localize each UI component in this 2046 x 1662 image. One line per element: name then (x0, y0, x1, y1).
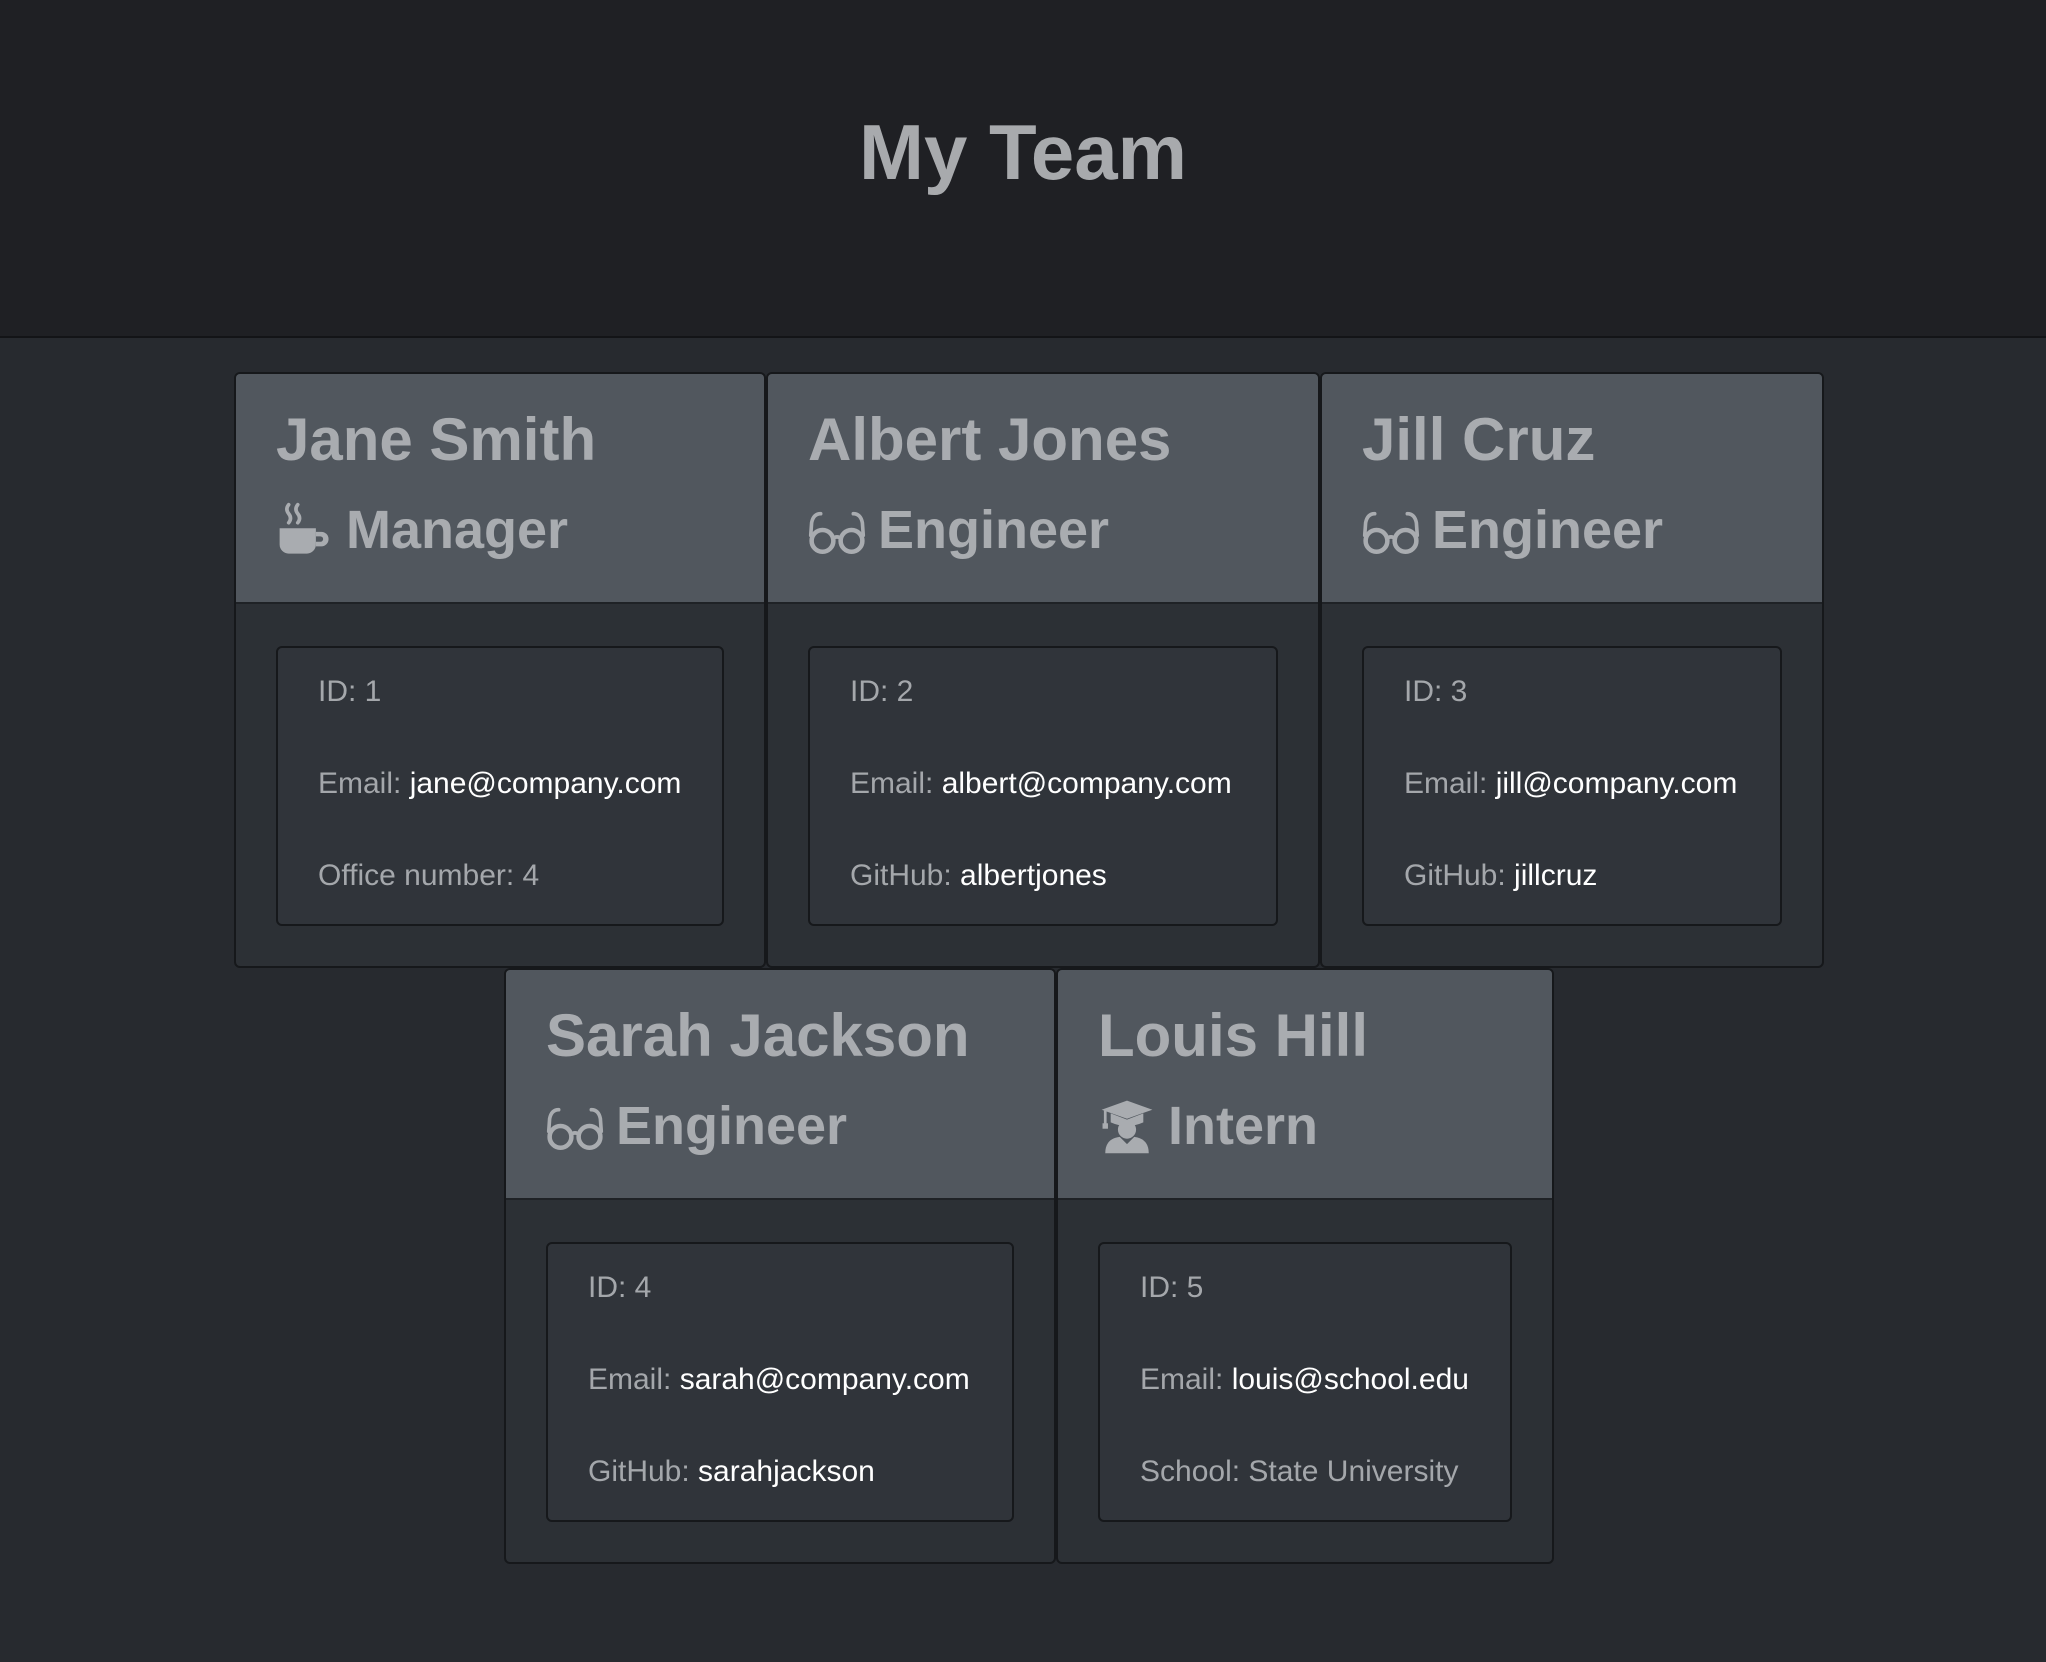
github-link[interactable]: jillcruz (1514, 859, 1597, 892)
graduate-icon (1098, 1097, 1156, 1155)
employee-id: ID: 3 (1404, 675, 1468, 708)
employee-name: Jane Smith (276, 406, 597, 473)
employee-office-number: Office number: 4 (318, 859, 540, 892)
employee-role: Engineer (1362, 492, 1663, 568)
employee-card: Jane Smith Manager ID: 1 Email: jane@com… (234, 372, 766, 968)
glasses-icon (546, 1097, 604, 1155)
page-title: My Team (859, 108, 1187, 196)
employee-role-label: Engineer (878, 500, 1110, 560)
employee-info: ID: 3 Email: jill@company.com GitHub: ji… (1362, 646, 1782, 926)
employee-id: ID: 4 (588, 1271, 652, 1304)
email-link[interactable]: jane@company.com (410, 767, 682, 800)
employee-id: ID: 5 (1140, 1271, 1204, 1304)
employee-role-label: Engineer (1432, 500, 1664, 560)
github-link[interactable]: sarahjackson (698, 1455, 875, 1488)
employee-card: Louis Hill Intern ID: 5 Email: louis@sch… (1056, 968, 1554, 1564)
employee-info: ID: 5 Email: louis@school.edu School: St… (1098, 1242, 1512, 1522)
employee-github: GitHub: jillcruz (1404, 859, 1598, 892)
employee-card: Sarah Jackson Engineer ID: 4 Email: sara… (504, 968, 1056, 1564)
email-link[interactable]: jill@company.com (1496, 767, 1738, 800)
employee-email: Email: louis@school.edu (1140, 1363, 1469, 1396)
employee-role-label: Intern (1168, 1096, 1319, 1156)
employee-id: ID: 2 (850, 675, 914, 708)
employee-role: Engineer (808, 492, 1109, 568)
glasses-icon (1362, 501, 1420, 559)
employee-info: ID: 2 Email: albert@company.com GitHub: … (808, 646, 1278, 926)
employee-email: Email: sarah@company.com (588, 1363, 970, 1396)
employee-email: Email: albert@company.com (850, 767, 1232, 800)
employee-card: Jill Cruz Engineer ID: 3 Email: jill@com… (1320, 372, 1824, 968)
employee-name: Louis Hill (1098, 1002, 1368, 1069)
github-link[interactable]: albertjones (960, 859, 1107, 892)
page-header: My Team (0, 0, 2046, 338)
employee-name: Albert Jones (808, 406, 1172, 473)
email-link[interactable]: sarah@company.com (680, 1363, 970, 1396)
employee-email: Email: jane@company.com (318, 767, 682, 800)
employee-github: GitHub: sarahjackson (588, 1455, 875, 1488)
employee-role-label: Engineer (616, 1096, 848, 1156)
card-header: Jane Smith Manager (236, 374, 764, 604)
card-header: Louis Hill Intern (1058, 970, 1552, 1200)
employee-info: ID: 4 Email: sarah@company.com GitHub: s… (546, 1242, 1014, 1522)
card-header: Jill Cruz Engineer (1322, 374, 1822, 604)
employee-info: ID: 1 Email: jane@company.com Office num… (276, 646, 724, 926)
employee-school: School: State University (1140, 1455, 1459, 1488)
card-header: Sarah Jackson Engineer (506, 970, 1054, 1200)
coffee-icon (276, 501, 334, 559)
employee-role: Manager (276, 492, 568, 568)
employee-role-label: Manager (346, 500, 569, 560)
email-link[interactable]: albert@company.com (942, 767, 1232, 800)
employee-github: GitHub: albertjones (850, 859, 1107, 892)
glasses-icon (808, 501, 866, 559)
employee-role: Intern (1098, 1088, 1318, 1164)
email-link[interactable]: louis@school.edu (1232, 1363, 1469, 1396)
card-header: Albert Jones Engineer (768, 374, 1318, 604)
employee-card: Albert Jones Engineer ID: 2 Email: alber… (766, 372, 1320, 968)
employee-name: Jill Cruz (1362, 406, 1596, 473)
employee-role: Engineer (546, 1088, 847, 1164)
employee-name: Sarah Jackson (546, 1002, 970, 1069)
employee-email: Email: jill@company.com (1404, 767, 1738, 800)
employee-id: ID: 1 (318, 675, 382, 708)
